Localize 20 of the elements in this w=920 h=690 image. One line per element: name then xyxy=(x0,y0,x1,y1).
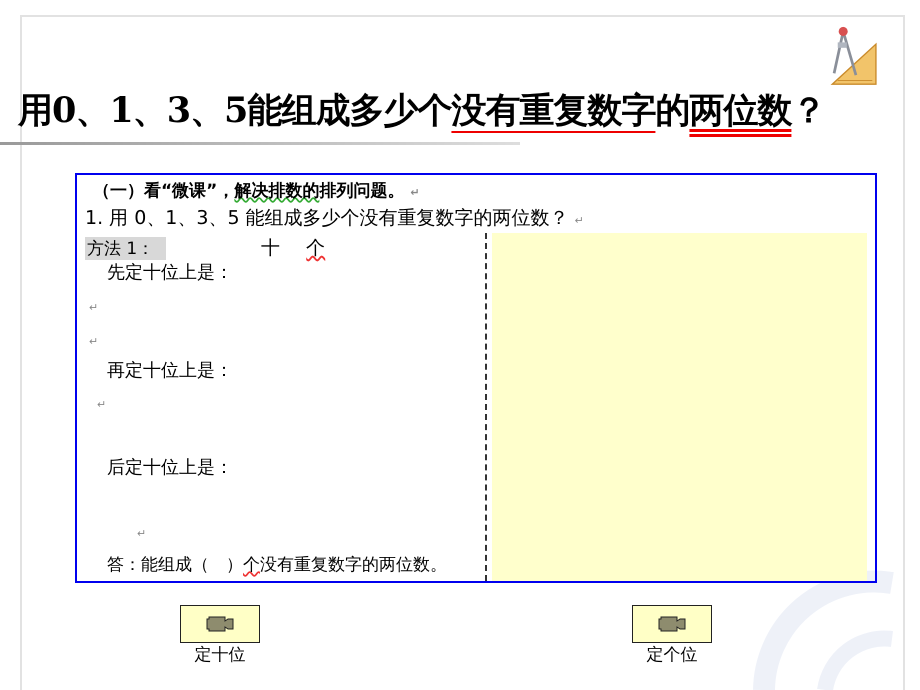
video-camera-icon xyxy=(657,616,687,632)
step-text: 先定十位上是： xyxy=(107,262,233,283)
answer-sentence: 答：能组成（ ）个没有重复数字的两位数。 xyxy=(107,555,447,575)
column-label: 个 xyxy=(306,236,326,261)
return-mark: ↵ xyxy=(137,527,146,540)
slide-title: 用0、1、3、5能组成多少个没有重复数字的两位数？ xyxy=(18,90,826,132)
button-caption: 定个位 xyxy=(646,644,698,666)
worksheet-heading: （一）看“微课”，解决排数的排列问题。 ↵ xyxy=(92,180,421,203)
step-text: 再定十位上是： xyxy=(107,360,233,381)
return-mark: ↵ xyxy=(89,335,98,348)
return-mark: ↵ xyxy=(89,301,98,314)
step-text: 后定十位上是： xyxy=(107,457,233,478)
return-mark: ↵ xyxy=(97,398,106,411)
video-button[interactable] xyxy=(632,605,712,643)
video-camera-icon xyxy=(205,616,235,632)
video-button[interactable] xyxy=(180,605,260,643)
method-label: 方法 1： xyxy=(85,236,166,260)
button-caption: 定十位 xyxy=(194,644,246,666)
question-text: 1. 用 0、1、3、5 能组成多少个没有重复数字的两位数？ ↵ xyxy=(85,206,585,231)
column-label: 十 xyxy=(261,236,280,261)
